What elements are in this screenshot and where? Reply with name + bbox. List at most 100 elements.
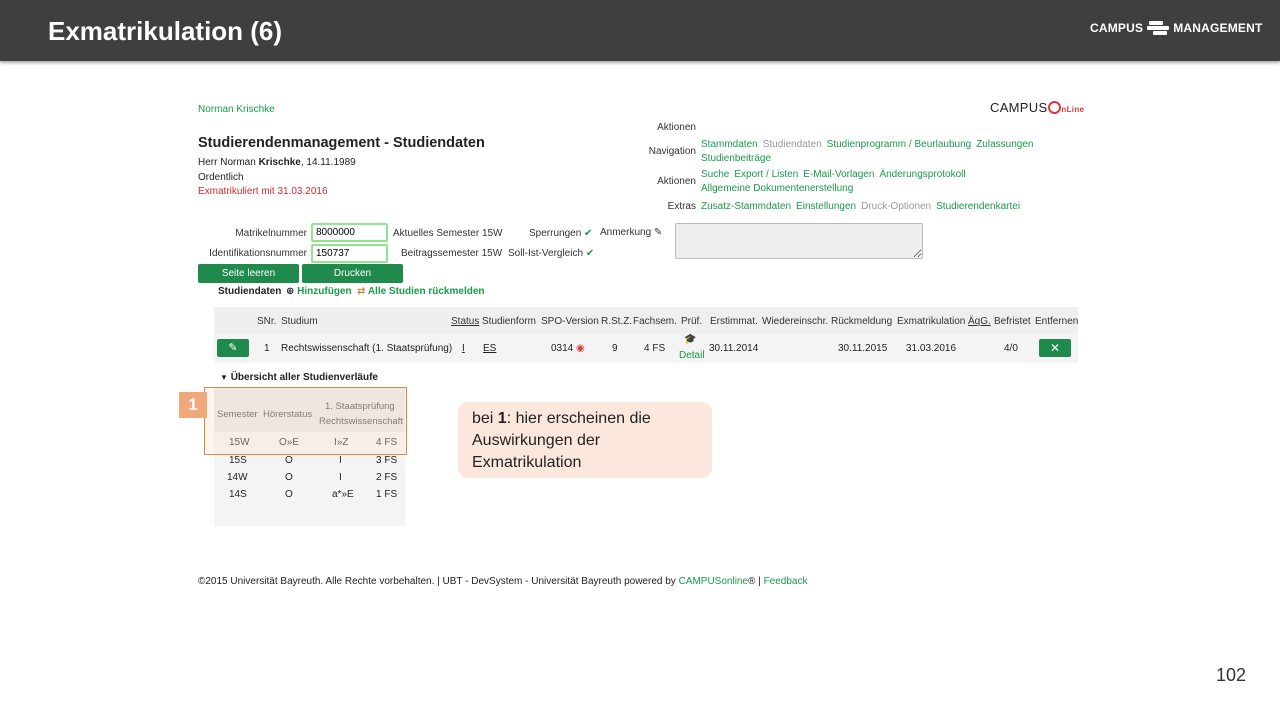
action-link-export[interactable]: Export / Listen — [734, 169, 798, 180]
col-snr: SNr. — [257, 316, 277, 327]
action-link-suche[interactable]: Suche — [701, 169, 729, 180]
cell-rueckmeldung: 30.11.2015 — [838, 343, 888, 354]
nav-link-studienprogramm[interactable]: Studienprogramm / Beurlaubung — [827, 139, 972, 150]
triangle-down-icon: ▼ — [220, 373, 228, 382]
footer: ©2015 Universität Bayreuth. Alle Rechte … — [198, 576, 808, 587]
remark-field: Anmerkung ✎ — [600, 227, 663, 238]
nav-link-zulassungen[interactable]: Zulassungen — [976, 139, 1033, 150]
page-heading: Studierendenmanagement - Studiendaten — [198, 135, 485, 151]
edit-pencil-icon[interactable]: ✎ — [217, 339, 249, 357]
fee-semester: Beitragssemester 15W — [401, 248, 503, 259]
action-link-change-log[interactable]: Änderungsprotokoll — [879, 169, 965, 180]
page-number: 102 — [1216, 665, 1247, 685]
online-ring-icon — [1048, 101, 1062, 114]
cell-snr: 1 — [264, 343, 270, 354]
campusonline-app: Norman Krischke CAMPUS nLine Studierenden… — [0, 0, 1280, 720]
person-info: Herr Norman Krischke, 14.11.1989 — [198, 157, 356, 168]
enrollment-type: Ordentlich — [198, 172, 244, 183]
extras-label: Extras — [667, 201, 696, 212]
info-icon[interactable]: ◉ — [576, 343, 585, 354]
col-wiedereinschr: Wiedereinschr. — [762, 316, 829, 327]
ident-input[interactable] — [311, 244, 388, 263]
col-fachsem: Fachsem. — [633, 316, 677, 327]
cell-befristet: 4/0 — [1004, 343, 1018, 354]
cell-rstz: 9 — [612, 343, 618, 354]
col-studium: Studium — [281, 316, 318, 327]
clear-page-button[interactable]: Seite leeren — [198, 264, 299, 283]
blocks-field: Sperrungen ✔ — [529, 228, 593, 239]
mini-fs: 2 FS — [376, 472, 398, 483]
col-pruef: Prüf. — [681, 316, 703, 327]
action-link-documents[interactable]: Allgemeine Dokumentenerstellung — [701, 183, 853, 194]
annotation-marker: 1 — [179, 392, 207, 418]
current-semester: Aktuelles Semester 15W — [393, 228, 503, 239]
mini-hoerer[interactable]: O — [285, 489, 293, 500]
mini-fs: 3 FS — [376, 455, 398, 466]
renew-icon: ⇄ — [357, 286, 366, 297]
mini-hoerer[interactable]: O — [285, 472, 293, 483]
target-actual-field: Soll-Ist-Vergleich ✔ — [508, 248, 595, 259]
campusonline-link[interactable]: CAMPUSonline — [679, 576, 748, 587]
mini-hoerer[interactable]: O — [285, 455, 293, 466]
actions-label: Aktionen — [657, 176, 696, 187]
detail-link[interactable]: Detail — [679, 350, 705, 361]
overview-toggle[interactable]: ▼ Übersicht aller Studienverläufe — [220, 372, 378, 383]
cell-erstimmat: 30.11.2014 — [709, 343, 759, 354]
cell-exmatrikulation: 31.03.2016 — [906, 343, 957, 354]
nav-link-stammdaten[interactable]: Stammdaten — [701, 139, 758, 150]
cell-fachsem: 4 FS — [644, 343, 666, 354]
remark-textarea[interactable] — [675, 223, 923, 259]
col-rstz: R.St.Z. — [601, 316, 633, 327]
mini-semester: 14W — [227, 472, 248, 483]
check-icon: ✔ — [584, 228, 593, 239]
col-erstimmat: Erstimmat. — [710, 316, 758, 327]
col-befristet: Befristet — [994, 316, 1031, 327]
report-all-link[interactable]: ⇄ Alle Studien rückmelden — [357, 286, 485, 297]
plus-circle-icon: ⊕ — [286, 286, 295, 297]
col-aeqg[interactable]: ÄqG. — [968, 316, 991, 327]
print-button[interactable]: Drucken — [302, 264, 403, 283]
mini-semester: 15S — [229, 455, 247, 466]
col-spo: SPO-Version — [541, 316, 599, 327]
delete-x-icon[interactable]: ✕ — [1039, 339, 1071, 357]
extras-link-zusatz[interactable]: Zusatz-Stammdaten — [701, 201, 791, 212]
extras-link-print-options: Druck-Optionen — [861, 201, 932, 212]
cell-studium: Rechtswissenschaft (1. Staatsprüfung) — [281, 343, 453, 354]
graduation-cap-icon: 🎓 — [684, 334, 697, 345]
campusonline-logo: CAMPUS nLine — [990, 100, 1085, 115]
mini-status: I — [339, 455, 342, 466]
feedback-link[interactable]: Feedback — [764, 576, 808, 587]
matrikel-label: Matrikelnummer — [235, 228, 307, 239]
nav-link-studienbeitraege[interactable]: Studienbeiträge — [701, 153, 771, 164]
user-name[interactable]: Norman Krischke — [198, 104, 275, 115]
highlight-box — [204, 387, 407, 455]
action-link-email-templates[interactable]: E-Mail-Vorlagen — [803, 169, 874, 180]
extras-link-student-card[interactable]: Studierendenkartei — [936, 201, 1020, 212]
col-entfernen: Entfernen — [1035, 316, 1079, 327]
mini-fs: 1 FS — [376, 489, 398, 500]
cell-studienform[interactable]: ES — [483, 343, 496, 354]
extras-link-settings[interactable]: Einstellungen — [796, 201, 856, 212]
annotation-callout: bei 1: hier erscheinen die Auswirkungen … — [458, 402, 712, 478]
col-exmatrikulation: Exmatrikulation — [897, 316, 966, 327]
col-status[interactable]: Status — [451, 316, 479, 327]
extras-links: Zusatz-Stammdaten Einstellungen Druck-Opti… — [701, 200, 1061, 214]
ident-label: Identifikationsnummer — [209, 248, 307, 259]
exmatriculation-status: Exmatrikuliert mit 31.03.2016 — [198, 186, 328, 197]
navigation-label: Navigation — [648, 146, 696, 157]
actions-header: Aktionen — [657, 122, 696, 133]
mini-status: I — [339, 472, 342, 483]
cell-spo: 0314 ◉ — [551, 343, 585, 354]
cell-status[interactable]: I — [462, 343, 465, 354]
mini-status: a*»E — [332, 489, 354, 500]
studies-section-title: Studiendaten — [218, 286, 282, 297]
navigation-links: Stammdaten Studiendaten Studienprogramm / … — [701, 138, 1061, 166]
check-icon: ✔ — [585, 248, 595, 259]
col-studienform: Studienform — [482, 316, 536, 327]
pencil-icon[interactable]: ✎ — [654, 227, 662, 238]
col-rueckmeldung: Rückmeldung — [831, 316, 893, 327]
actions-links: Suche Export / Listen E-Mail-Vorlagen Änder… — [701, 168, 1061, 196]
mini-semester: 14S — [229, 489, 247, 500]
add-study-link[interactable]: ⊕ Hinzufügen — [286, 286, 352, 297]
matrikel-input[interactable] — [311, 223, 388, 242]
